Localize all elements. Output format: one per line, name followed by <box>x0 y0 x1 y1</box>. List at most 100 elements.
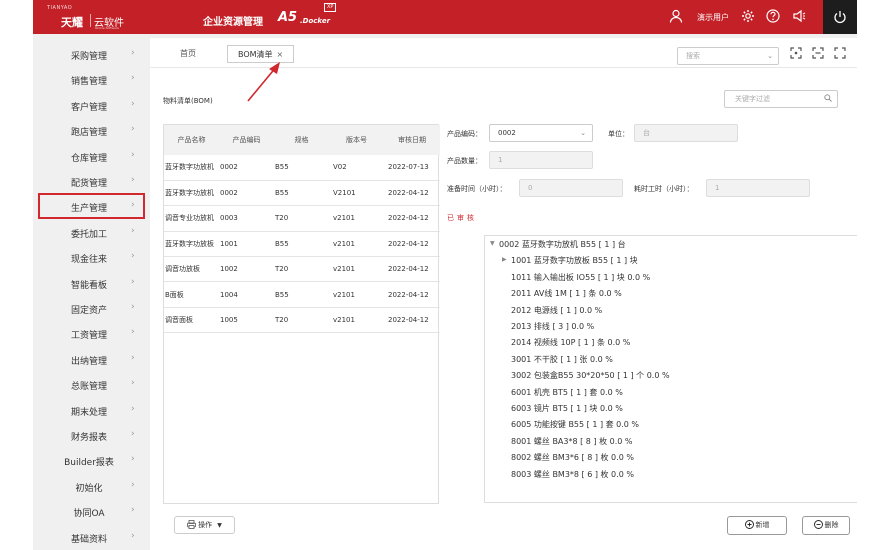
column-header[interactable]: 产品名称 <box>164 125 219 155</box>
table-cell: 2022-07-13 <box>384 155 440 181</box>
sidebar-item[interactable]: 委托加工 › <box>33 221 144 243</box>
annotation-arrow-icon <box>247 62 280 102</box>
sidebar-item-label: 工资管理 <box>70 331 107 342</box>
refresh-icon[interactable] <box>812 47 824 59</box>
table-cell: 2022-04-12 <box>384 231 440 258</box>
tree-node[interactable]: 3001 不干胶 [ 1 ] 张 0.0 % <box>511 354 613 365</box>
unit-field: 台 <box>634 124 738 142</box>
table-row[interactable]: 调音专业功放机 0003 T20 v2101 2022-04-12 <box>164 205 440 232</box>
sidebar-item[interactable]: Builder报表 › <box>33 449 144 471</box>
tree-expand-icon[interactable]: ▼ <box>490 240 495 247</box>
table-row[interactable]: 蓝牙数字功放机 0002 B55 V2101 2022-04-12 <box>164 180 440 207</box>
gear-icon[interactable] <box>741 9 755 23</box>
product-code-label: 产品编码： <box>447 130 482 138</box>
column-header[interactable]: 审核日期 <box>384 125 440 155</box>
column-header[interactable]: 产品编码 <box>219 125 274 155</box>
tree-node[interactable]: 2012 电源线 [ 1 ] 0.0 % <box>511 305 602 316</box>
sidebar-item[interactable]: 仓库管理 › <box>33 145 144 167</box>
column-header[interactable]: 版本号 <box>329 125 384 155</box>
help-icon[interactable] <box>766 9 780 23</box>
chevron-right-icon: › <box>131 149 135 160</box>
tree-expand-icon[interactable]: ▶ <box>502 256 507 263</box>
sidebar-item[interactable]: 现金往来 › <box>33 246 144 268</box>
tree-node[interactable]: 8003 螺丝 BM3*8 [ 6 ] 枚 0.0 % <box>511 469 634 480</box>
unit-value: 台 <box>643 129 650 137</box>
table-row[interactable]: 调音功放板 1002 T20 v2101 2022-04-12 <box>164 256 440 283</box>
table-cell: 2022-04-12 <box>384 205 440 232</box>
sidebar-item[interactable]: 客户管理 › <box>33 94 144 116</box>
table-row[interactable]: 蓝牙数字功放机 0002 B55 V02 2022-07-13 <box>164 155 440 181</box>
chevron-right-icon: › <box>131 251 135 262</box>
product-code-select[interactable]: 0002 ⌄ <box>489 124 593 142</box>
table-cell: v2101 <box>329 205 384 232</box>
bom-tree-panel: ▼ 0002 蓝牙数字功放机 B55 [ 1 ] 台 ▶ 1001 蓝牙数字功放板 B… <box>484 235 857 503</box>
sidebar-item[interactable]: 财务报表 › <box>33 424 144 446</box>
menu-search-select[interactable]: 搜索 ⌄ <box>677 47 779 65</box>
tree-node[interactable]: 6005 功能按键 B55 [ 1 ] 套 0.0 % <box>511 419 639 430</box>
add-button[interactable]: 新增 <box>727 516 787 535</box>
sidebar-item-label: Builder报表 <box>64 458 114 469</box>
prep-time-value: 0 <box>528 184 533 192</box>
table-cell: v2101 <box>329 231 384 258</box>
prep-time-label: 准备时间（小时）： <box>447 185 507 193</box>
tree-node[interactable]: 1001 蓝牙数字功放板 B55 [ 1 ] 块 <box>511 255 638 266</box>
sidebar-item[interactable]: 协同OA › <box>33 500 144 522</box>
logout-button[interactable] <box>823 0 857 34</box>
table-cell: 1002 <box>219 256 274 283</box>
product-badge: XP <box>324 3 337 12</box>
sidebar-item-label: 客户管理 <box>70 102 107 113</box>
power-icon <box>834 11 846 24</box>
quantity-label: 产品数量： <box>447 157 482 165</box>
operate-button-label: 操作 <box>198 521 213 529</box>
tree-node[interactable]: 8002 螺丝 BM3*6 [ 8 ] 枚 0.0 % <box>511 452 634 463</box>
tree-node[interactable]: 8001 螺丝 BA3*8 [ 8 ] 枚 0.0 % <box>511 436 633 447</box>
keyword-filter-input[interactable]: 关键字过滤 <box>724 90 838 108</box>
table-row[interactable]: B面板 1004 B55 v2101 2022-04-12 <box>164 281 440 308</box>
tab-home[interactable]: 首页 <box>170 45 206 63</box>
tree-node[interactable]: 2014 视频线 10P [ 1 ] 条 0.0 % <box>511 337 630 348</box>
delete-button[interactable]: 删除 <box>802 516 850 535</box>
tree-node[interactable]: 6001 机壳 BT5 [ 1 ] 套 0.0 % <box>511 387 623 398</box>
sidebar-item[interactable]: 生产管理 › <box>38 193 145 220</box>
sidebar-item[interactable]: 基础资料 › <box>33 526 144 548</box>
sidebar-item-label: 出纳管理 <box>70 356 107 367</box>
sidebar-item[interactable]: 跑店管理 › <box>33 119 144 141</box>
chevron-right-icon: › <box>131 454 135 465</box>
chevron-right-icon: › <box>131 327 135 338</box>
sidebar-item[interactable]: 工资管理 › <box>33 322 144 344</box>
sidebar-item-label: 协同OA <box>73 509 105 520</box>
app-window: TIANYAO 天耀 云软件 Online Software 企业资源管理 A5… <box>33 0 857 550</box>
tree-node[interactable]: 2011 AV线 1M [ 1 ] 条 0.0 % <box>511 288 622 299</box>
locate-icon[interactable] <box>790 47 802 59</box>
fullscreen-icon[interactable] <box>834 47 846 59</box>
sidebar-item[interactable]: 期末处理 › <box>33 399 144 421</box>
sidebar-item[interactable]: 固定资产 › <box>33 297 144 319</box>
table-row[interactable]: 蓝牙数字功放板 1001 B55 v2101 2022-04-12 <box>164 231 440 258</box>
sidebar-item[interactable]: 出纳管理 › <box>33 348 144 370</box>
sidebar-item[interactable]: 采购管理 › <box>33 43 144 65</box>
chevron-right-icon: › <box>131 378 135 389</box>
sidebar-item[interactable]: 销售管理 › <box>33 68 144 90</box>
tree-node[interactable]: 0002 蓝牙数字功放机 B55 [ 1 ] 台 <box>499 239 626 250</box>
chevron-right-icon: › <box>131 429 135 439</box>
table-cell: T20 <box>274 256 329 283</box>
tree-node[interactable]: 3002 包装盒B55 30*20*50 [ 1 ] 个 0.0 % <box>511 370 670 381</box>
table-row[interactable]: 调音面板 1005 T20 v2101 2022-04-12 <box>164 307 440 334</box>
bom-detail-form: 产品编码： 0002 ⌄ 单位： 台 产品数量： 1 准备时间（小时）： 0 耗… <box>447 124 847 234</box>
sidebar-item[interactable]: 配货管理 › <box>33 170 144 192</box>
tree-node[interactable]: 6003 镜片 BT5 [ 1 ] 块 0.0 % <box>511 403 623 414</box>
user-icon[interactable] <box>669 9 683 23</box>
table-cell: B面板 <box>164 281 219 308</box>
column-header[interactable]: 规格 <box>274 125 329 155</box>
chevron-down-icon: ⌄ <box>767 52 773 60</box>
sidebar-item[interactable]: 总账管理 › <box>33 373 144 395</box>
tree-node[interactable]: 1011 输入输出板 IO55 [ 1 ] 块 0.0 % <box>511 272 650 283</box>
operate-button[interactable]: 操作 ▼ <box>174 516 235 534</box>
sidebar-item[interactable]: 初始化 › <box>33 475 144 497</box>
tree-node[interactable]: 2013 排线 [ 3 ] 0.0 % <box>511 321 594 332</box>
notification-icon[interactable] <box>792 9 806 23</box>
chevron-down-icon: ⌄ <box>580 129 586 137</box>
close-icon[interactable]: × <box>277 50 284 59</box>
sidebar-item[interactable]: 智能看板 › <box>33 272 144 294</box>
user-name[interactable]: 演示用户 <box>697 12 729 23</box>
